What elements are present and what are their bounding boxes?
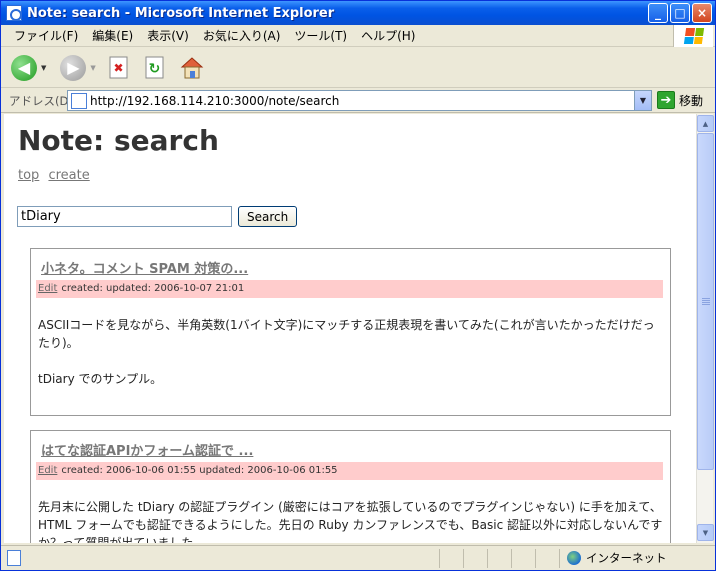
scroll-down-icon[interactable]: ▼ [697, 524, 714, 541]
entry-body: 先月末に公開した tDiary の認証プラグイン (厳密にはコアを拡張しているの… [38, 498, 663, 543]
nav-links: top create [18, 168, 95, 183]
page-title: Note: search [18, 124, 219, 157]
stop-button[interactable]: ✖ [108, 52, 130, 84]
home-icon [180, 56, 204, 78]
entry-meta: Edit created: 2006-10-06 01:55 updated: 2… [36, 462, 663, 480]
menu-bar: ファイル(F) 編集(E) 表示(V) お気に入り(A) ツール(T) ヘルプ(… [1, 25, 715, 47]
address-bar: アドレス(D) ▼ ➔ 移動 [1, 89, 715, 113]
page-icon [71, 92, 87, 109]
menu-edit[interactable]: 編集(E) [85, 27, 140, 44]
svg-text:↻: ↻ [148, 61, 160, 77]
search-form: Search [17, 206, 298, 227]
ie-page-icon [6, 5, 22, 21]
entry-card: 小ネタ。コメント SPAM 対策の... Edit created: update… [30, 248, 671, 416]
minimize-button[interactable]: _ [648, 3, 668, 23]
status-bar: インターネット [1, 545, 715, 570]
toolbar: ◀ ▼ ▶ ▼ ✖ ↻ [1, 48, 715, 88]
go-button[interactable]: ➔ 移動 [657, 91, 703, 109]
scroll-thumb[interactable] [697, 133, 714, 470]
url-input[interactable] [90, 93, 630, 108]
globe-icon [567, 551, 581, 565]
menu-tools[interactable]: ツール(T) [287, 27, 354, 44]
edit-link[interactable]: Edit [38, 465, 57, 476]
entry-paragraph: 先月末に公開した tDiary の認証プラグイン (厳密にはコアを拡張しているの… [38, 500, 663, 543]
entry-title-link[interactable]: はてな認証APIかフォーム認証で ... [41, 440, 253, 459]
entry-title-link[interactable]: 小ネタ。コメント SPAM 対策の... [41, 258, 248, 277]
scroll-up-icon[interactable]: ▲ [697, 115, 714, 132]
entry-card: はてな認証APIかフォーム認証で ... Edit created: 2006-1… [30, 430, 671, 543]
stop-icon: ✖ [109, 56, 128, 78]
entry-dates: created: updated: 2006-10-07 21:01 [61, 283, 245, 294]
search-input[interactable] [17, 206, 232, 227]
refresh-icon: ↻ [145, 56, 164, 78]
entry-paragraph: ASCIIコードを見ながら、半角英数(1バイト文字)にマッチする正規表現を書いて… [38, 318, 655, 350]
menu-help[interactable]: ヘルプ(H) [354, 27, 422, 44]
forward-dropdown-icon[interactable]: ▼ [90, 64, 95, 72]
page-viewport: Note: search top create Search 小ネタ。コメント … [4, 114, 696, 543]
browser-window: Note: search - Microsoft Internet Explor… [0, 0, 716, 571]
windows-logo-icon [673, 25, 713, 47]
back-button[interactable]: ◀ [11, 52, 37, 84]
entry-body: ASCIIコードを見ながら、半角英数(1バイト文字)にマッチする正規表現を書いて… [38, 316, 663, 406]
menu-favorites[interactable]: お気に入り(A) [196, 27, 288, 44]
status-page-icon [7, 550, 21, 566]
zone-label: インターネット [586, 551, 667, 565]
home-button[interactable] [180, 52, 204, 84]
security-zone: インターネット [567, 550, 667, 566]
window-title: Note: search - Microsoft Internet Explor… [27, 5, 335, 21]
entry-meta: Edit created: updated: 2006-10-07 21:01 [36, 280, 663, 298]
address-label: アドレス(D) [9, 93, 73, 108]
go-arrow-icon: ➔ [657, 91, 675, 109]
menu-view[interactable]: 表示(V) [140, 27, 196, 44]
create-link[interactable]: create [48, 168, 89, 183]
forward-icon: ▶ [60, 54, 87, 81]
address-dropdown-icon[interactable]: ▼ [634, 91, 651, 110]
entry-paragraph: tDiary でのサンプル。 [38, 372, 163, 386]
entry-dates: created: 2006-10-06 01:55 updated: 2006-… [61, 465, 338, 476]
title-bar[interactable]: Note: search - Microsoft Internet Explor… [1, 1, 715, 25]
edit-link[interactable]: Edit [38, 283, 57, 294]
search-button[interactable]: Search [238, 206, 298, 227]
address-field[interactable]: ▼ [67, 90, 652, 111]
forward-button[interactable]: ▶ [60, 52, 87, 84]
maximize-button[interactable]: □ [670, 3, 690, 23]
svg-text:✖: ✖ [113, 61, 123, 75]
back-dropdown-icon[interactable]: ▼ [41, 64, 46, 72]
go-label: 移動 [679, 93, 704, 108]
top-link[interactable]: top [18, 168, 39, 183]
refresh-button[interactable]: ↻ [144, 52, 166, 84]
close-button[interactable]: × [692, 3, 712, 23]
menu-file[interactable]: ファイル(F) [7, 27, 85, 44]
vertical-scrollbar[interactable]: ▲ ▼ [696, 114, 714, 543]
back-icon: ◀ [11, 54, 37, 81]
